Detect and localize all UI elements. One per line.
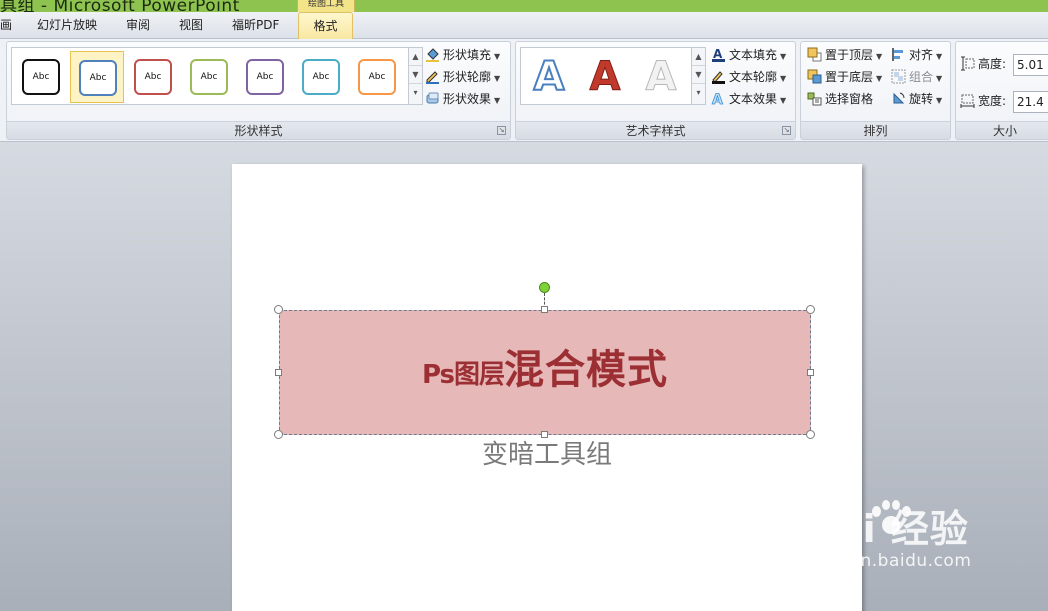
slide-headline: Ps图层混合模式 <box>280 337 810 395</box>
resize-handle-left[interactable] <box>275 369 282 376</box>
wordart-thumb[interactable]: A <box>523 52 575 104</box>
group-wordart-styles: A A A ▲ ▼ ▾ A 文本填充 ▼ 文本轮廓 ▼ A 文本效果 ▼ 艺术字样式 … <box>515 41 796 140</box>
shape-style-thumb[interactable]: Abc <box>182 51 236 103</box>
shape-outline-button[interactable]: 形状轮廓 ▼ <box>425 67 500 87</box>
headline-main: 混合模式 <box>504 347 669 393</box>
shape-styles-gallery: Abc Abc Abc Abc Abc Abc Abc ▲ ▼ ▾ <box>11 47 423 105</box>
text-effects-button[interactable]: A 文本效果 ▼ <box>711 89 787 109</box>
tab-format[interactable]: 格式 <box>298 12 353 40</box>
send-to-back-button[interactable]: 置于底层 ▼ <box>807 67 882 87</box>
scroll-up-icon[interactable]: ▲ <box>692 48 705 66</box>
shape-style-thumb[interactable]: Abc <box>126 51 180 103</box>
resize-handle-top[interactable] <box>541 306 548 313</box>
align-icon <box>891 47 906 62</box>
group-label-size: 大小 <box>956 121 1048 139</box>
tab-slide-show[interactable]: 幻灯片放映 <box>37 12 97 39</box>
group-label-arrange: 排列 <box>801 121 950 139</box>
svg-text:A: A <box>713 47 723 61</box>
ribbon: Abc Abc Abc Abc Abc Abc Abc ▲ ▼ ▾ 形状填充 ▼… <box>0 39 1048 142</box>
group-size: 高度: 5.01 厘 宽度: 21.4 厘 大小 <box>955 41 1048 140</box>
wordart-thumb[interactable]: A <box>579 52 631 104</box>
group-label-wordart-styles: 艺术字样式 <box>516 121 795 139</box>
wordart-thumb[interactable]: A <box>635 52 687 104</box>
width-input[interactable]: 21.4 厘 <box>1013 91 1048 113</box>
height-label: 高度: <box>960 54 1006 74</box>
shape-effects-button[interactable]: 形状效果 ▼ <box>425 89 500 109</box>
bring-to-front-button[interactable]: 置于顶层 ▼ <box>807 45 882 65</box>
rotation-handle[interactable] <box>539 282 550 293</box>
resize-handle-top-left[interactable] <box>274 305 283 314</box>
scroll-down-icon[interactable]: ▼ <box>409 66 422 84</box>
resize-handle-right[interactable] <box>807 369 814 376</box>
slide-workspace: Ps图层混合模式 变暗工具组 Bai 经验 jingyan.baidu.com <box>0 142 1048 611</box>
resize-handle-top-right[interactable] <box>806 305 815 314</box>
align-button[interactable]: 对齐 ▼ <box>891 45 942 65</box>
tab-foxit-pdf[interactable]: 福昕PDF <box>232 12 279 39</box>
pencil-outline-icon <box>425 69 440 84</box>
window-title: 具组 - Microsoft PowerPoint <box>0 0 240 12</box>
title-bar: 具组 - Microsoft PowerPoint 绘图工具 <box>0 0 1048 12</box>
selected-title-shape[interactable]: Ps图层混合模式 <box>279 310 811 435</box>
paw-icon <box>868 500 914 540</box>
paint-bucket-icon <box>425 47 440 62</box>
shape-style-thumb[interactable]: Abc <box>14 51 68 103</box>
headline-prefix: Ps图层 <box>421 360 505 390</box>
selection-pane-button[interactable]: 选择窗格 <box>807 89 873 109</box>
send-back-icon <box>807 69 822 84</box>
ribbon-tab-row: 画 幻灯片放映 审阅 视图 福昕PDF 格式 <box>0 12 1048 40</box>
shape-style-thumb[interactable]: Abc <box>238 51 292 103</box>
group-arrange: 置于顶层 ▼ 置于底层 ▼ 选择窗格 对齐 ▼ 组合 ▼ 旋转 ▼ 排列 <box>800 41 951 140</box>
rotate-button[interactable]: 旋转 ▼ <box>891 89 942 109</box>
svg-text:A: A <box>712 92 723 106</box>
slide-subtitle[interactable]: 变暗工具组 <box>232 434 862 471</box>
rotate-icon <box>891 91 906 106</box>
scroll-up-icon[interactable]: ▲ <box>409 48 422 66</box>
tab-view[interactable]: 视图 <box>179 12 203 39</box>
text-outline-icon <box>711 69 726 84</box>
text-fill-button[interactable]: A 文本填充 ▼ <box>711 45 786 65</box>
wordart-gallery: A A A ▲ ▼ ▾ <box>520 47 706 105</box>
text-outline-button[interactable]: 文本轮廓 ▼ <box>711 67 786 87</box>
width-label: 宽度: <box>960 91 1006 111</box>
dialog-launcher-icon[interactable]: ↘ <box>782 126 791 135</box>
slide-canvas[interactable]: Ps图层混合模式 变暗工具组 <box>232 164 862 611</box>
text-fill-icon: A <box>711 47 726 62</box>
shape-style-thumb-selected[interactable]: Abc <box>70 51 124 103</box>
shape-style-thumb[interactable]: Abc <box>350 51 404 103</box>
bring-front-icon <box>807 47 822 62</box>
dialog-launcher-icon[interactable]: ↘ <box>497 126 506 135</box>
selection-pane-icon <box>807 91 822 106</box>
group-icon <box>891 69 906 84</box>
text-effects-icon: A <box>711 91 726 109</box>
gallery-scrollbar[interactable]: ▲ ▼ ▾ <box>691 48 705 104</box>
shape-fill-button[interactable]: 形状填充 ▼ <box>425 45 500 65</box>
shape-width-icon <box>960 93 975 108</box>
scroll-down-icon[interactable]: ▼ <box>692 66 705 84</box>
shape-style-thumb[interactable]: Abc <box>294 51 348 103</box>
height-input[interactable]: 5.01 厘 <box>1013 54 1048 76</box>
shape-height-icon <box>960 56 975 71</box>
tab-draw[interactable]: 画 <box>0 12 12 39</box>
group-label-shape-styles: 形状样式 <box>7 121 510 139</box>
tab-review[interactable]: 审阅 <box>126 12 150 39</box>
gallery-more-icon[interactable]: ▾ <box>692 84 705 102</box>
gallery-scrollbar[interactable]: ▲ ▼ ▾ <box>408 48 422 104</box>
shape-effects-icon <box>425 91 440 106</box>
context-tab-drawing-tools: 绘图工具 <box>297 0 355 12</box>
gallery-more-icon[interactable]: ▾ <box>409 84 422 102</box>
group-shape-styles: Abc Abc Abc Abc Abc Abc Abc ▲ ▼ ▾ 形状填充 ▼… <box>6 41 511 140</box>
group-button[interactable]: 组合 ▼ <box>891 67 942 87</box>
